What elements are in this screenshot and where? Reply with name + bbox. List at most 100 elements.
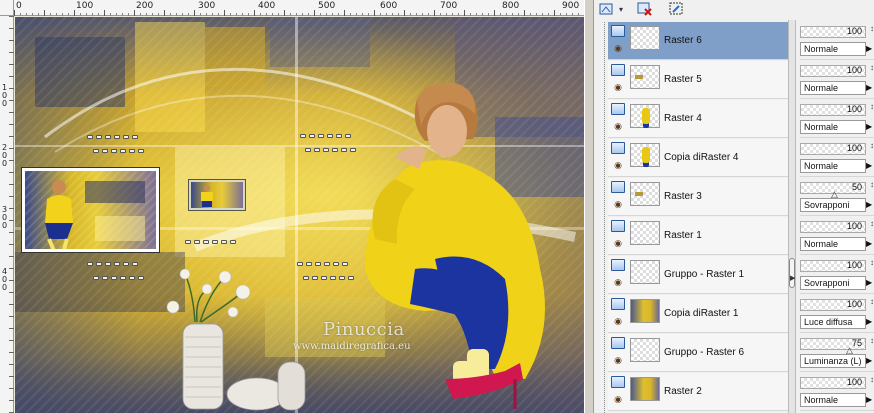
link-toggle-icon[interactable]: ↕ xyxy=(870,24,874,33)
blend-mode-select[interactable]: Normale xyxy=(800,393,866,407)
layer-row[interactable]: ◉ Raster 2 xyxy=(608,373,788,411)
blend-mode-select[interactable]: Normale xyxy=(800,159,866,173)
layer-type-icon[interactable] xyxy=(611,142,625,154)
layer-name[interactable]: Gruppo - Raster 1 xyxy=(664,269,744,280)
layer-name[interactable]: Copia diRaster 1 xyxy=(664,308,738,319)
link-toggle-icon[interactable]: ↕ xyxy=(870,219,874,228)
blend-mode-select[interactable]: Sovrapponi xyxy=(800,198,866,212)
chevron-right-icon[interactable]: ▶ xyxy=(866,276,874,290)
chevron-right-icon[interactable]: ▶ xyxy=(866,315,874,329)
ruler-tick xyxy=(422,13,423,16)
opacity-value: 50 xyxy=(851,182,862,192)
layer-type-icon[interactable] xyxy=(611,376,625,388)
chevron-down-icon[interactable]: ▾ xyxy=(616,1,626,17)
layer-row[interactable]: ◉ Raster 5 xyxy=(608,61,788,99)
chevron-right-icon[interactable]: ▶ xyxy=(866,198,874,212)
opacity-slider[interactable]: 100 xyxy=(800,221,866,233)
opacity-slider[interactable]: 100 xyxy=(800,26,866,38)
layer-row[interactable]: ◉ Raster 1 xyxy=(608,217,788,255)
layer-type-icon[interactable] xyxy=(611,64,625,76)
visibility-eye-icon[interactable]: ◉ xyxy=(612,44,624,53)
opacity-slider[interactable]: 100 xyxy=(800,377,866,389)
chevron-right-icon[interactable]: ▶ xyxy=(866,159,874,173)
chevron-right-icon[interactable]: ▶ xyxy=(866,120,874,134)
layer-type-icon[interactable] xyxy=(611,103,625,115)
visibility-eye-icon[interactable]: ◉ xyxy=(612,278,624,287)
layer-name[interactable]: Raster 6 xyxy=(664,35,702,46)
layer-type-icon[interactable] xyxy=(611,298,625,310)
visibility-eye-icon[interactable]: ◉ xyxy=(612,200,624,209)
delete-layer-icon[interactable] xyxy=(636,1,654,17)
blend-mode-select[interactable]: Sovrapponi xyxy=(800,276,866,290)
layer-name[interactable]: Raster 3 xyxy=(664,191,702,202)
layer-name[interactable]: Raster 5 xyxy=(664,74,702,85)
visibility-eye-icon[interactable]: ◉ xyxy=(612,317,624,326)
layer-row[interactable]: ◉ Raster 6 xyxy=(608,22,788,60)
blend-mode-select[interactable]: Luce diffusa xyxy=(800,315,866,329)
visibility-eye-icon[interactable]: ◉ xyxy=(612,161,624,170)
chevron-right-icon[interactable]: ▶ xyxy=(866,42,874,56)
layer-name[interactable]: Raster 1 xyxy=(664,230,702,241)
link-toggle-icon[interactable]: ↕ xyxy=(870,63,874,72)
ruler-tick xyxy=(9,292,14,293)
mask-icon[interactable] xyxy=(668,1,686,17)
opacity-slider[interactable]: 100 xyxy=(800,260,866,272)
blend-mode-select[interactable]: Normale xyxy=(800,81,866,95)
layer-name[interactable]: Raster 2 xyxy=(664,386,702,397)
pane-divider[interactable] xyxy=(584,0,594,413)
layer-row[interactable]: ◉ Gruppo - Raster 1 xyxy=(608,256,788,294)
layer-type-icon[interactable] xyxy=(611,337,625,349)
blend-mode-select[interactable]: Normale xyxy=(800,237,866,251)
visibility-eye-icon[interactable]: ◉ xyxy=(612,239,624,248)
ruler-tick xyxy=(164,10,165,16)
canvas-artwork[interactable]: Pinuccia www.maidiregrafica.eu xyxy=(15,17,584,413)
layer-name[interactable]: Raster 4 xyxy=(664,113,702,124)
layer-name[interactable]: Gruppo - Raster 6 xyxy=(664,347,744,358)
link-toggle-icon[interactable]: ↕ xyxy=(870,375,874,384)
layer-type-icon[interactable] xyxy=(611,220,625,232)
link-toggle-icon[interactable]: ↕ xyxy=(870,258,874,267)
layer-type-icon[interactable] xyxy=(611,259,625,271)
layer-row[interactable]: ◉ Gruppo - Raster 6 xyxy=(608,334,788,372)
visibility-eye-icon[interactable]: ◉ xyxy=(612,122,624,131)
layer-type-icon[interactable] xyxy=(611,181,625,193)
link-toggle-icon[interactable]: ↕ xyxy=(870,102,874,111)
opacity-slider[interactable]: 100 xyxy=(800,65,866,77)
visibility-eye-icon[interactable]: ◉ xyxy=(612,83,624,92)
ruler-tick xyxy=(134,10,135,16)
layer-row[interactable]: ◉ Raster 4 xyxy=(608,100,788,138)
opacity-slider[interactable]: 100 xyxy=(800,104,866,116)
link-toggle-icon[interactable]: ↕ xyxy=(870,141,874,150)
blend-mode-select[interactable]: Normale xyxy=(800,120,866,134)
link-toggle-icon[interactable]: ↕ xyxy=(870,180,874,189)
ruler-tick xyxy=(242,13,243,16)
visibility-eye-icon[interactable]: ◉ xyxy=(612,395,624,404)
chevron-right-icon[interactable]: ▶ xyxy=(866,81,874,95)
layer-row[interactable]: ◉ Raster 3 xyxy=(608,178,788,216)
opacity-slider[interactable]: 100 xyxy=(800,299,866,311)
chevron-right-icon[interactable]: ▶ xyxy=(866,393,874,407)
opacity-slider[interactable]: 100 xyxy=(800,143,866,155)
visibility-eye-icon[interactable]: ◉ xyxy=(612,356,624,365)
layer-properties-row: 100 Normale ▶ ↕ xyxy=(800,61,874,99)
link-toggle-icon[interactable]: ↕ xyxy=(870,336,874,345)
new-layer-icon[interactable] xyxy=(598,1,616,17)
ruler-tick xyxy=(434,10,435,16)
chevron-right-icon[interactable]: ▶ xyxy=(866,354,874,368)
chevron-right-icon[interactable]: ▶ xyxy=(790,274,795,282)
opacity-slider[interactable]: 50 △ xyxy=(800,182,866,199)
layer-row[interactable]: ◉ Copia diRaster 1 xyxy=(608,295,788,333)
layer-type-icon[interactable] xyxy=(611,25,625,37)
blend-mode-select[interactable]: Normale xyxy=(800,42,866,56)
ruler-tick xyxy=(410,13,411,16)
chevron-right-icon[interactable]: ▶ xyxy=(866,237,874,251)
layer-row[interactable]: ◉ Copia diRaster 4 xyxy=(608,139,788,177)
ruler-tick xyxy=(506,13,507,16)
ruler-tick xyxy=(392,13,393,16)
blend-mode-select[interactable]: Luminanza (L) xyxy=(800,354,866,368)
opacity-slider[interactable]: 75 △ xyxy=(800,338,866,355)
palette-splitter[interactable]: ▶ xyxy=(788,20,796,413)
layer-name[interactable]: Copia diRaster 4 xyxy=(664,152,738,163)
splitter-grip[interactable] xyxy=(789,258,795,288)
link-toggle-icon[interactable]: ↕ xyxy=(870,297,874,306)
